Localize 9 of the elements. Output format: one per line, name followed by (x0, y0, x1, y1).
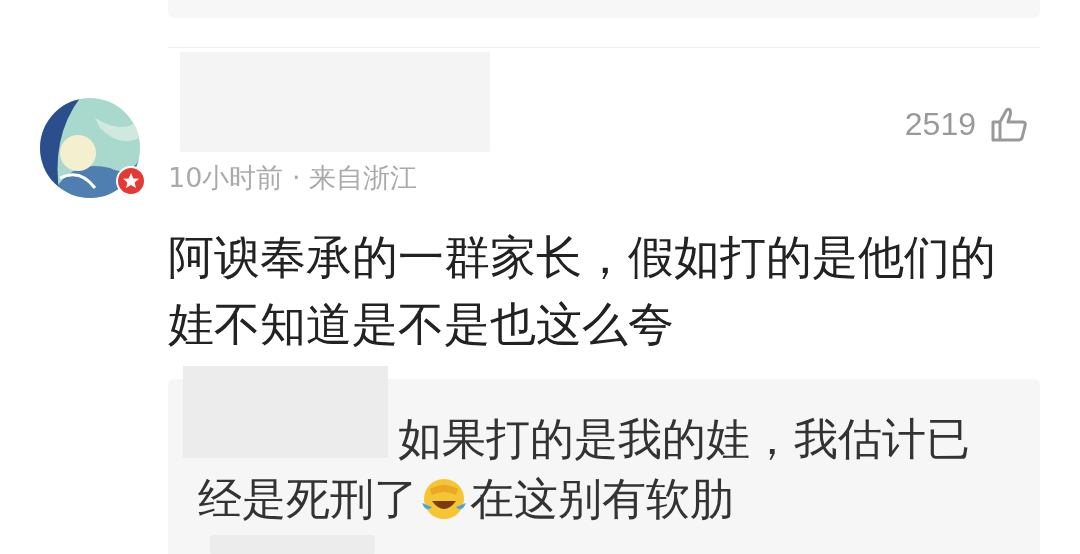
reply-text: 经是死刑了 (198, 472, 418, 526)
thumbs-up-icon[interactable] (990, 106, 1028, 143)
comment-text: 阿谀奉承的一群家长，假如打的是他们的娃不知道是不是也这么夸 (168, 229, 997, 353)
like-count: 2519 (904, 106, 976, 143)
comment-meta: 10小时前 · 来自浙江 (168, 161, 418, 195)
reply-text: 在这别有软肋 (470, 472, 734, 526)
reply-text: 如果打的是我的娃，我估计已 (398, 412, 970, 466)
star-badge-icon (116, 166, 146, 196)
laughing-crying-emoji-icon (420, 477, 468, 521)
